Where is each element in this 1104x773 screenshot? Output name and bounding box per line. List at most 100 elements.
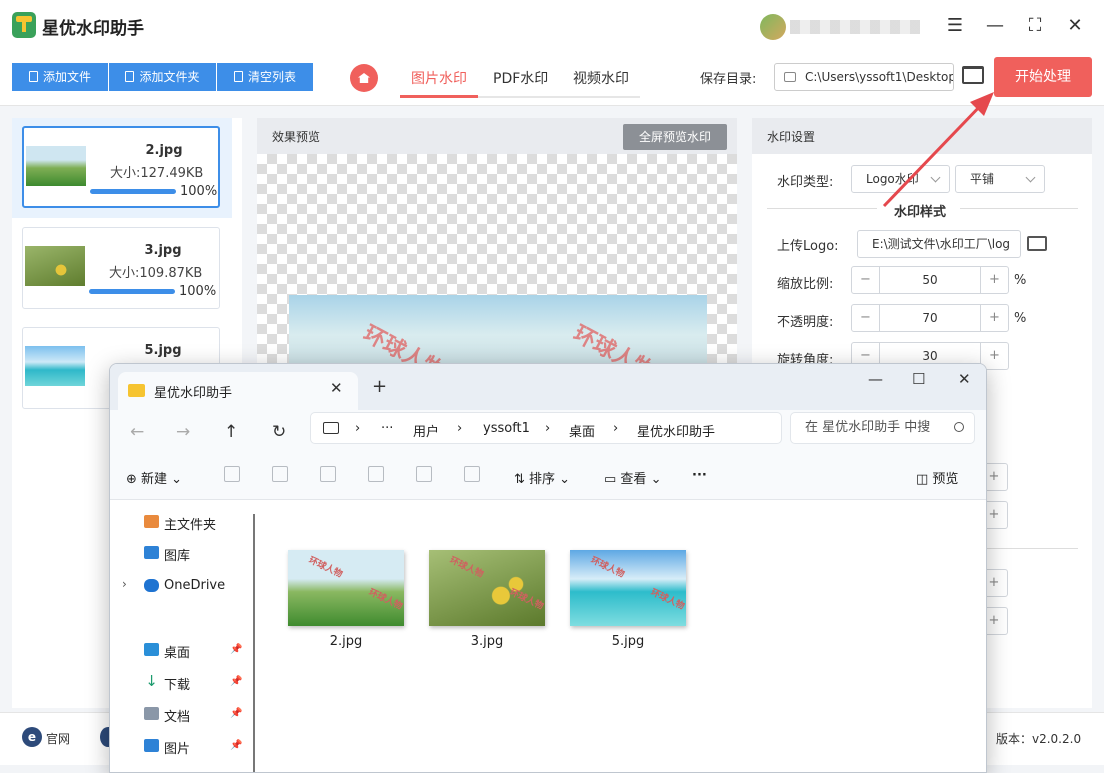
rename-icon[interactable] — [368, 466, 384, 482]
thumbnail-watermark: 环球人物 — [306, 555, 344, 581]
tab-pdf-watermark[interactable]: PDF水印 — [493, 68, 548, 88]
file-card-2[interactable]: 2.jpg 大小:127.49KB 100% — [22, 126, 220, 208]
start-process-button[interactable]: 开始处理 — [994, 57, 1092, 97]
scale-label: 缩放比例: — [777, 277, 834, 292]
chevron-right-icon: › — [457, 421, 463, 436]
forward-icon[interactable]: → — [176, 422, 190, 442]
maximize-icon[interactable]: ⛶ — [1022, 14, 1048, 38]
paste-icon[interactable] — [320, 466, 336, 482]
pin-icon[interactable]: 📌 — [230, 676, 242, 687]
file-size: 大小:109.87KB — [109, 266, 203, 281]
pin-icon[interactable]: 📌 — [230, 708, 242, 719]
clear-list-button[interactable]: 清空列表 — [217, 63, 313, 91]
breadcrumb-item[interactable]: 桌面 — [569, 421, 595, 440]
minimize-icon[interactable]: — — [868, 370, 883, 388]
close-icon[interactable]: ✕ — [958, 370, 971, 388]
file-name: 5.jpg — [144, 343, 182, 358]
file-thumbnail-3[interactable]: 环球人物 环球人物 — [429, 550, 545, 626]
more-options-button[interactable]: ··· — [692, 468, 707, 483]
open-folder-icon[interactable] — [962, 66, 984, 84]
minus-icon[interactable]: − — [852, 267, 880, 293]
divider — [980, 548, 1078, 549]
up-icon[interactable]: ↑ — [224, 422, 238, 442]
file-name[interactable]: 3.jpg — [429, 634, 545, 649]
new-label: 新建 — [141, 472, 168, 487]
close-icon[interactable]: ✕ — [1062, 14, 1088, 38]
sidebar-item-downloads[interactable]: 下载 — [164, 674, 190, 693]
scale-value[interactable]: 50 — [880, 267, 980, 293]
pin-icon[interactable]: 📌 — [230, 644, 242, 655]
open-folder-icon[interactable] — [1027, 236, 1047, 251]
cut-icon[interactable] — [224, 466, 240, 482]
settings-title: 水印设置 — [767, 130, 816, 144]
new-button[interactable]: ⊕ 新建 ⌄ — [126, 468, 182, 487]
minimize-icon[interactable]: — — [982, 14, 1008, 38]
thumbnail-watermark: 环球人物 — [507, 587, 545, 613]
close-tab-icon[interactable]: ✕ — [330, 379, 343, 397]
sidebar-item-pictures[interactable]: 图片 — [164, 738, 190, 757]
maximize-icon[interactable]: ☐ — [912, 370, 925, 388]
opacity-value[interactable]: 70 — [880, 305, 980, 331]
copy-icon[interactable] — [272, 466, 288, 482]
view-button[interactable]: ▭ 查看 ⌄ — [604, 468, 661, 487]
file-name[interactable]: 2.jpg — [288, 634, 404, 649]
clear-list-label: 清空列表 — [247, 70, 296, 84]
search-input[interactable]: 在 星优水印助手 中搜 — [790, 412, 975, 444]
file-thumbnail-2[interactable]: 环球人物 环球人物 — [288, 550, 404, 626]
pin-icon[interactable]: 📌 — [230, 740, 242, 751]
breadcrumb-item[interactable]: 星优水印助手 — [637, 421, 715, 440]
app-logo — [12, 12, 36, 38]
opacity-label: 不透明度: — [777, 315, 834, 330]
sidebar-item-home[interactable]: 主文件夹 — [164, 514, 216, 533]
sort-label: 排序 — [529, 472, 556, 487]
chevron-right-icon[interactable]: › — [122, 577, 127, 591]
plus-icon[interactable]: + — [980, 267, 1008, 293]
tab-image-watermark[interactable]: 图片水印 — [411, 68, 467, 88]
upload-logo-label: 上传Logo: — [777, 239, 839, 254]
sidebar-item-gallery[interactable]: 图库 — [164, 545, 190, 564]
version-label: 版本：v2.0.2.0 — [996, 732, 1082, 746]
official-site-link[interactable]: 官网 — [46, 730, 70, 747]
delete-icon[interactable] — [464, 466, 480, 482]
logo-path-input[interactable]: E:\测试文件\水印工厂\log — [857, 230, 1021, 258]
explorer-nav-bar: ← → ↑ ↻ › ··· 用户 › yssoft1 › 桌面 › 星优水印助手… — [110, 410, 986, 454]
fullscreen-preview-button[interactable]: 全屏预览水印 — [623, 124, 727, 150]
search-icon — [954, 422, 964, 432]
sidebar-item-desktop[interactable]: 桌面 — [164, 642, 190, 661]
breadcrumb-item[interactable]: 用户 — [413, 421, 439, 440]
tab-video-watermark[interactable]: 视频水印 — [573, 68, 629, 88]
share-icon[interactable] — [416, 466, 432, 482]
progress-percent: 100% — [180, 184, 218, 199]
sidebar-item-onedrive[interactable]: OneDrive — [164, 578, 225, 593]
breadcrumb-item[interactable]: yssoft1 — [483, 421, 530, 436]
file-thumbnail-5[interactable]: 环球人物 环球人物 — [570, 550, 686, 626]
website-icon[interactable]: e — [22, 727, 42, 747]
chevron-right-icon: › — [613, 421, 619, 436]
save-path-input[interactable]: C:\Users\yssoft1\Desktop — [774, 63, 954, 91]
refresh-icon[interactable]: ↻ — [272, 422, 286, 442]
more-icon[interactable]: ··· — [381, 421, 393, 436]
avatar[interactable] — [760, 14, 786, 40]
scale-stepper[interactable]: − 50 + — [851, 266, 1009, 294]
address-bar[interactable]: › ··· 用户 › yssoft1 › 桌面 › 星优水印助手 — [310, 412, 782, 444]
minus-icon[interactable]: − — [852, 305, 880, 331]
preview-pane-button[interactable]: ◫ 预览 — [916, 468, 958, 487]
home-button[interactable] — [350, 64, 378, 92]
add-folder-button[interactable]: 添加文件夹 — [109, 63, 216, 91]
chevron-right-icon: › — [355, 421, 361, 436]
sidebar-scrollbar[interactable] — [253, 514, 255, 772]
new-tab-icon[interactable]: + — [372, 376, 387, 397]
plus-icon[interactable]: + — [980, 305, 1008, 331]
opacity-stepper[interactable]: − 70 + — [851, 304, 1009, 332]
explorer-tab-title: 星优水印助手 — [154, 386, 233, 401]
menu-icon[interactable]: ☰ — [942, 14, 968, 38]
sidebar-item-documents[interactable]: 文档 — [164, 706, 190, 725]
explorer-tab[interactable]: 星优水印助手 ✕ — [118, 372, 358, 410]
add-file-button[interactable]: 添加文件 — [12, 63, 108, 91]
back-icon[interactable]: ← — [130, 422, 144, 442]
preview-title: 效果预览 — [272, 130, 321, 144]
sort-button[interactable]: ⇅ 排序 ⌄ — [514, 468, 570, 487]
chevron-right-icon: › — [545, 421, 551, 436]
file-card-3[interactable]: 3.jpg 大小:109.87KB 100% — [22, 227, 220, 309]
file-name[interactable]: 5.jpg — [570, 634, 686, 649]
